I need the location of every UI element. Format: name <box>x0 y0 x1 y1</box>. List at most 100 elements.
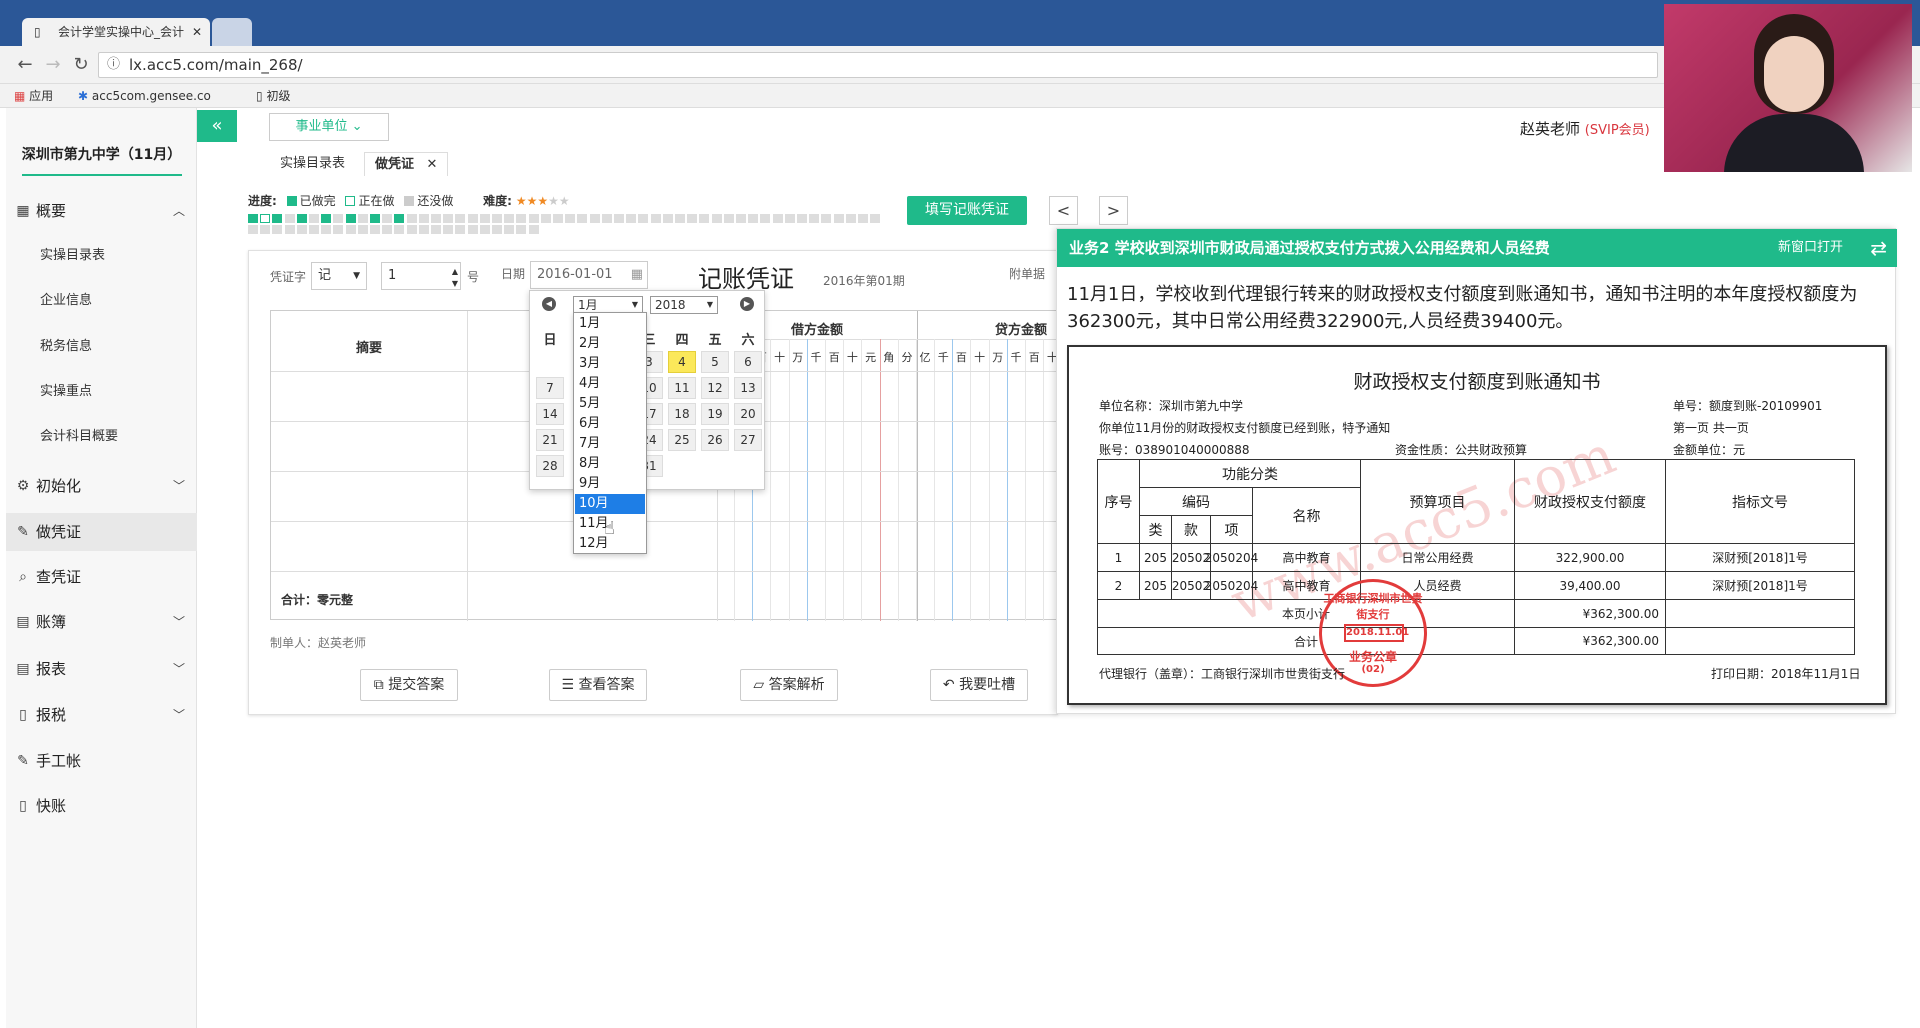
progress-cell[interactable] <box>858 214 868 223</box>
progress-cell[interactable] <box>248 214 258 223</box>
progress-cell[interactable] <box>443 214 454 223</box>
progress-cell[interactable] <box>760 214 771 223</box>
sidebar-item-query-voucher[interactable]: ⌕ 查凭证 <box>6 558 197 596</box>
calendar-day[interactable]: 18 <box>668 403 696 425</box>
answer-analysis-button[interactable]: ▱ 答案解析 <box>740 669 838 701</box>
progress-cell[interactable] <box>272 214 283 223</box>
progress-cell[interactable] <box>309 214 319 223</box>
progress-cell[interactable] <box>565 214 576 223</box>
calendar-day[interactable]: 12 <box>701 377 729 399</box>
progress-cell[interactable] <box>797 214 807 223</box>
progress-cell[interactable] <box>394 214 405 223</box>
feedback-button[interactable]: ↶ 我要吐槽 <box>930 669 1028 701</box>
progress-cell[interactable] <box>333 225 344 234</box>
month-option[interactable]: 4月 <box>575 374 645 394</box>
progress-cell[interactable] <box>345 225 356 234</box>
calendar-icon[interactable]: ▦ <box>631 262 643 288</box>
back-icon[interactable]: ← <box>14 54 36 76</box>
progress-cell[interactable] <box>870 214 881 223</box>
apps-icon[interactable]: ▦ 应用 <box>14 88 53 104</box>
progress-cell[interactable] <box>357 225 368 234</box>
progress-cell[interactable] <box>528 214 539 223</box>
collapse-sidebar-button[interactable]: « <box>197 110 237 142</box>
stepper-down-icon[interactable]: ▼ <box>452 271 458 297</box>
progress-cell[interactable] <box>382 214 393 223</box>
progress-cell[interactable] <box>418 225 429 234</box>
entry-row-4[interactable] <box>271 521 1060 522</box>
calendar-day[interactable]: 25 <box>668 429 696 451</box>
sidebar-item-quick[interactable]: ▯ 快账 <box>6 787 197 825</box>
sidebar-subitem-accounts[interactable]: 会计科目概要 <box>6 420 197 454</box>
progress-cell[interactable] <box>577 214 588 223</box>
progress-cell[interactable] <box>418 214 429 223</box>
progress-cell[interactable] <box>504 225 515 234</box>
month-option[interactable]: 6月 <box>575 414 645 434</box>
progress-cell[interactable] <box>784 214 795 223</box>
progress-cell[interactable] <box>382 225 393 234</box>
progress-cell[interactable] <box>589 214 600 223</box>
browser-tab[interactable]: ▯ 会计学堂实操中心_会计 ✕ <box>22 18 210 46</box>
progress-cell[interactable] <box>284 225 295 234</box>
submit-answer-button[interactable]: ⧉ 提交答案 <box>360 669 458 701</box>
progress-cell[interactable] <box>248 225 258 234</box>
progress-cell[interactable] <box>296 225 307 234</box>
progress-cell[interactable] <box>772 214 783 223</box>
progress-cell[interactable] <box>443 225 454 234</box>
progress-cell[interactable] <box>260 225 271 234</box>
view-answer-button[interactable]: ☰ 查看答案 <box>549 669 647 701</box>
calendar-day[interactable]: 13 <box>734 377 762 399</box>
calendar-day[interactable]: 21 <box>536 429 564 451</box>
sidebar-subitem-company[interactable]: 企业信息 <box>6 284 197 318</box>
progress-cell[interactable] <box>309 225 319 234</box>
month-option[interactable]: 3月 <box>575 354 645 374</box>
swap-icon[interactable]: ⇄ <box>1870 229 1887 267</box>
calendar-day[interactable]: 5 <box>701 351 729 373</box>
progress-cell[interactable] <box>833 214 844 223</box>
next-business-button[interactable]: > <box>1099 196 1128 225</box>
progress-cell[interactable] <box>296 214 307 223</box>
sidebar-item-tax-filing[interactable]: ▯ 报税 ﹀ <box>6 696 197 734</box>
progress-cell[interactable] <box>723 214 734 223</box>
calendar-day[interactable]: 20 <box>734 403 762 425</box>
next-month-icon[interactable]: ▶ <box>740 297 754 311</box>
sidebar-subitem-key-points[interactable]: 实操重点 <box>6 375 197 409</box>
progress-cell[interactable] <box>406 225 417 234</box>
prev-month-icon[interactable]: ◀ <box>542 297 556 311</box>
progress-cell[interactable] <box>516 225 527 234</box>
url-input[interactable]: ⓘ lx.acc5.com/main_268/ <box>98 52 1658 78</box>
tab-make-voucher[interactable]: 做凭证 ✕ <box>364 152 449 176</box>
calendar-day[interactable]: 28 <box>536 455 564 477</box>
progress-cell[interactable] <box>626 214 637 223</box>
progress-cell[interactable] <box>638 214 649 223</box>
progress-cell[interactable] <box>553 214 563 223</box>
progress-cell[interactable] <box>504 214 515 223</box>
progress-cell[interactable] <box>748 214 759 223</box>
progress-cell[interactable] <box>687 214 698 223</box>
sidebar-subitem-catalog[interactable]: 实操目录表 <box>6 239 197 273</box>
voucher-number-stepper[interactable]: 1 ▲ ▼ <box>381 262 461 290</box>
progress-cell[interactable] <box>528 225 539 234</box>
progress-cell[interactable] <box>467 214 478 223</box>
reload-icon[interactable]: ↻ <box>70 54 92 76</box>
progress-cell[interactable] <box>333 214 344 223</box>
month-option[interactable]: 1月 <box>575 314 645 334</box>
sidebar-item-manual[interactable]: ✎ 手工帐 <box>6 742 197 780</box>
progress-cell[interactable] <box>736 214 746 223</box>
month-option[interactable]: 10月 <box>575 494 645 514</box>
progress-cell[interactable] <box>699 214 710 223</box>
calendar-day[interactable]: 26 <box>701 429 729 451</box>
progress-cell[interactable] <box>394 225 405 234</box>
progress-cell[interactable] <box>662 214 673 223</box>
unit-type-dropdown[interactable]: 事业单位 ⌄ <box>269 113 389 141</box>
new-tab-button[interactable] <box>212 18 252 46</box>
progress-cell[interactable] <box>492 225 502 234</box>
tab-catalog[interactable]: 实操目录表 <box>270 152 355 176</box>
progress-cell[interactable] <box>284 214 295 223</box>
progress-cell[interactable] <box>345 214 356 223</box>
calendar-day[interactable]: 27 <box>734 429 762 451</box>
close-icon[interactable]: ✕ <box>427 157 438 172</box>
month-option[interactable]: 8月 <box>575 454 645 474</box>
progress-cell[interactable] <box>357 214 368 223</box>
progress-cell[interactable] <box>467 225 478 234</box>
date-input[interactable]: 2016-01-01 ▦ <box>530 261 648 289</box>
